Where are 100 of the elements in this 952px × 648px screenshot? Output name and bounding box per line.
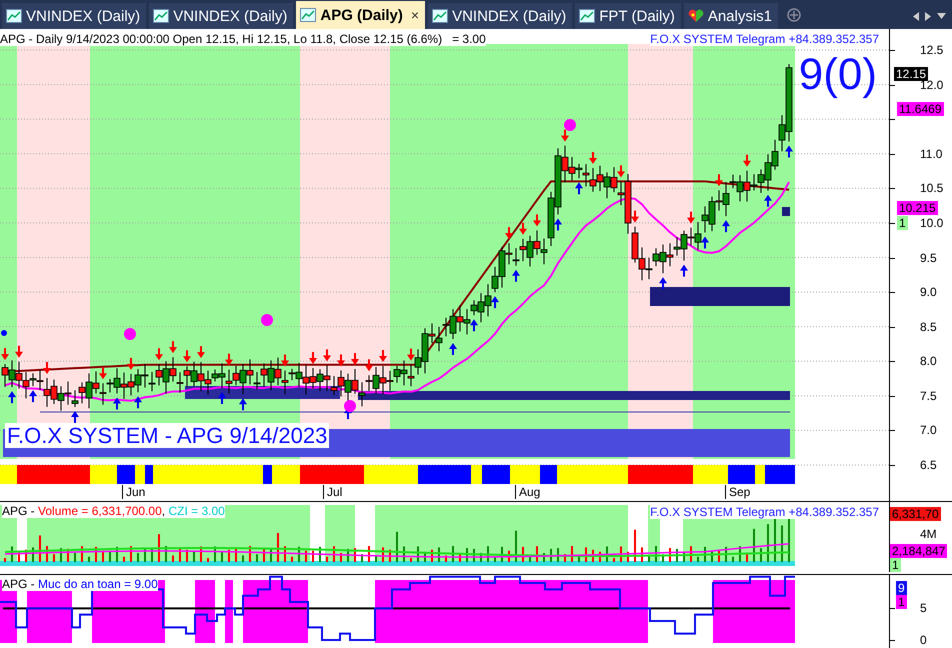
quote-summary: APG - Daily 9/14/2023 00:00:00 Open 12.15, Hi 12.15, Lo 11.8, Close 12.15 (6.6%) = 3.00 — [0, 32, 486, 46]
indicator-title: APG - — [2, 504, 36, 518]
promo-text: F.O.X SYSTEM Telegram +84.389.352.357 — [650, 505, 879, 519]
buy-arrow-icon — [470, 319, 478, 332]
sell-arrow-icon — [561, 130, 569, 142]
buy-arrow-icon — [680, 264, 688, 277]
buy-arrow-icon — [71, 411, 79, 424]
sell-arrow-icon — [589, 152, 597, 164]
signal-dot — [564, 119, 576, 131]
price-tick: 12.5 — [920, 43, 944, 57]
count-label: 1 — [896, 595, 907, 609]
signal-dot — [344, 400, 356, 412]
sell-arrow-icon — [519, 222, 527, 235]
sell-arrow-icon — [309, 352, 317, 364]
buy-arrow-icon — [659, 277, 667, 290]
price-tick: 9.0 — [920, 285, 937, 300]
buy-arrow-icon — [785, 146, 793, 158]
sell-arrow-icon — [15, 346, 23, 358]
indicator-title: Volume = 6,331,700.00 — [38, 504, 162, 518]
moving-average-label: 10.215 — [897, 201, 938, 215]
price-tick: 10.5 — [920, 181, 944, 196]
buy-arrow-icon — [239, 398, 247, 410]
buy-arrow-icon — [449, 343, 457, 356]
buy-arrow-icon — [134, 396, 142, 408]
scroll-right-icon[interactable] — [925, 12, 931, 20]
sell-arrow-icon — [631, 210, 639, 223]
chart-tab[interactable]: VNINDEX (Daily) — [149, 3, 294, 29]
date-tick: Jul — [323, 485, 342, 499]
indicator-title: , — [162, 504, 166, 518]
sell-arrow-icon — [99, 367, 107, 380]
sell-arrow-icon — [323, 349, 331, 362]
buy-arrow-icon — [218, 392, 226, 404]
last-volume-label: 6,331,70 — [890, 507, 941, 521]
count-label: 1 — [890, 558, 901, 572]
signal-dot — [261, 314, 273, 326]
add-tab-icon[interactable] — [787, 8, 802, 22]
signal-dot — [124, 328, 136, 340]
price-tick: 11.0 — [920, 146, 942, 161]
count-label: 1 — [897, 216, 908, 230]
sell-arrow-icon — [533, 214, 541, 226]
sell-arrow-icon — [617, 165, 625, 178]
price-tick: 6.5 — [920, 458, 937, 472]
scale-tick: 5 — [920, 601, 927, 616]
chart-tab[interactable]: VNINDEX (Daily) — [428, 3, 572, 29]
price-tick: 9.5 — [920, 250, 937, 264]
sell-arrow-icon — [687, 212, 695, 224]
average-volume-label: 2,184,847 — [890, 544, 948, 558]
sell-arrow-icon — [505, 227, 513, 240]
chart-tab[interactable]: VNINDEX (Daily) — [2, 3, 146, 29]
last-price-label: 12.15 — [894, 67, 928, 81]
sell-arrow-icon — [43, 362, 51, 374]
sell-arrow-icon — [379, 350, 387, 362]
sell-arrow-icon — [169, 341, 177, 354]
sell-arrow-icon — [281, 354, 289, 367]
date-tick: Aug — [515, 485, 540, 499]
sell-arrow-icon — [127, 358, 135, 370]
buy-arrow-icon — [491, 296, 499, 308]
buy-arrow-icon — [575, 182, 583, 194]
scroll-left-icon[interactable] — [913, 12, 919, 20]
buy-arrow-icon — [29, 390, 37, 402]
sell-arrow-icon — [225, 354, 233, 366]
chart-tab[interactable]: Analysis1 — [684, 3, 778, 29]
chart-icon — [579, 9, 596, 23]
buy-arrow-icon — [113, 397, 121, 410]
indicator-title: Muc do an toan = 9.00 — [38, 577, 158, 591]
indicator-title: CZI = 3.00 — [168, 504, 225, 518]
dropdown-icon[interactable] — [937, 13, 946, 19]
buy-arrow-icon — [8, 391, 16, 404]
price-tick: 8.5 — [920, 320, 937, 334]
sell-arrow-icon — [365, 359, 373, 372]
indicator-title: APG - — [2, 577, 36, 591]
signal-dot — [1, 330, 7, 336]
sell-arrow-icon — [197, 346, 205, 358]
sell-arrow-icon — [743, 154, 751, 167]
promo-text: F.O.X SYSTEM Telegram +84.389.352.357 — [650, 32, 879, 46]
safety-band — [243, 580, 308, 643]
sell-arrow-icon — [407, 348, 415, 361]
chart-banner: F.O.X SYSTEM - APG 9/14/2023 — [5, 423, 330, 448]
chart-tab[interactable]: APG (Daily) × — [296, 1, 426, 29]
sell-arrow-icon — [351, 353, 359, 365]
signal-value: 9(0) — [798, 50, 877, 99]
buy-arrow-icon — [512, 270, 520, 282]
sell-arrow-icon — [337, 354, 345, 366]
sell-arrow-icon — [183, 350, 191, 362]
buy-arrow-icon — [722, 220, 730, 232]
price-tick: 7.5 — [920, 388, 937, 403]
price-tick: 10.0 — [920, 216, 944, 230]
safety-band — [195, 580, 215, 643]
chart-icon — [6, 9, 22, 23]
close-button[interactable]: × — [410, 7, 420, 23]
buy-arrow-icon — [554, 218, 562, 230]
date-tick: Sep — [725, 485, 750, 499]
scale-tick: 0 — [920, 633, 927, 647]
sell-arrow-icon — [715, 174, 723, 186]
analysis-icon — [688, 9, 704, 23]
value-label: 9 — [896, 581, 907, 595]
moving-average-label: 11.6469 — [897, 102, 944, 116]
chart-icon — [432, 9, 448, 23]
buy-arrow-icon — [764, 194, 772, 207]
chart-tab[interactable]: FPT (Daily) — [575, 3, 681, 29]
